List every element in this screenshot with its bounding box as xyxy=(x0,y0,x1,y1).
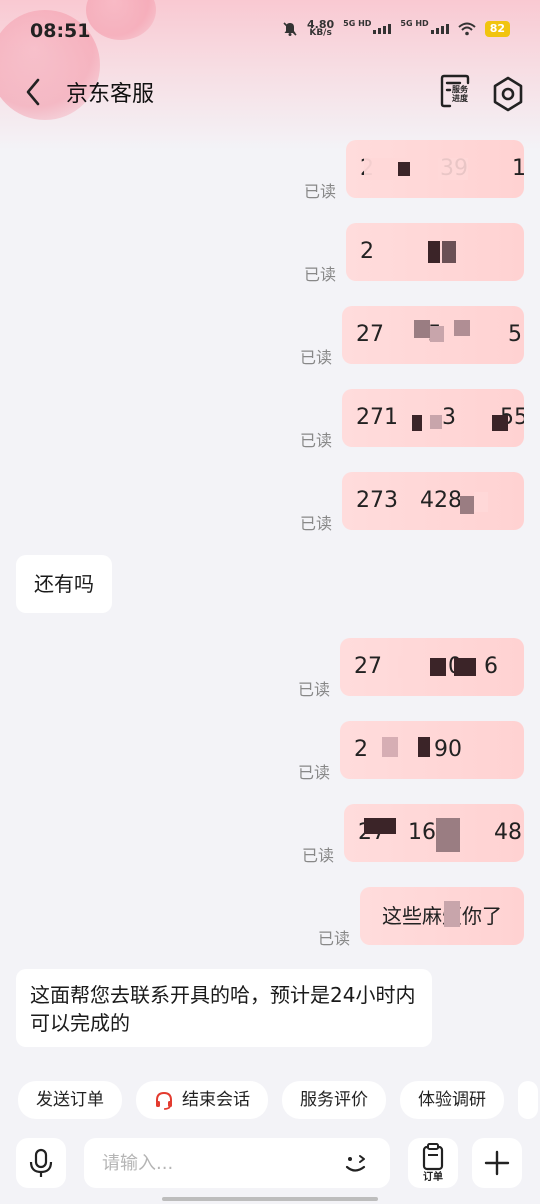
redaction-blur xyxy=(364,818,396,834)
message-bubble-incoming[interactable]: 还有吗 xyxy=(16,555,112,613)
status-bar: 08:51 4.80 KB/s 5G HD 5G HD 82 xyxy=(0,0,540,62)
back-icon[interactable] xyxy=(18,74,52,110)
redaction-blur xyxy=(428,241,440,263)
read-receipt: 已读 xyxy=(304,182,337,201)
redaction-blur xyxy=(430,415,442,429)
signal-icon: 5G HD xyxy=(343,19,392,34)
service-progress-button[interactable]: 服务 进度 xyxy=(438,72,480,112)
redaction-blur xyxy=(382,737,398,757)
home-indicator[interactable] xyxy=(162,1197,378,1201)
read-receipt: 已读 xyxy=(304,265,337,284)
redaction-blur xyxy=(474,492,488,512)
settings-icon[interactable] xyxy=(488,74,528,114)
send-order-button[interactable]: 发送订单 xyxy=(18,1081,122,1119)
microphone-icon xyxy=(29,1148,53,1177)
wifi-icon xyxy=(458,22,476,36)
more-button[interactable] xyxy=(472,1138,522,1188)
redaction-blur xyxy=(418,737,430,757)
redaction-blur xyxy=(460,496,474,514)
redaction-blur xyxy=(412,415,422,431)
title-bar: 京东客服 服务 进度 xyxy=(0,62,540,122)
redaction-blur xyxy=(436,818,460,852)
page-title: 京东客服 xyxy=(66,82,155,107)
plus-icon xyxy=(484,1150,510,1176)
message-bubble-outgoing[interactable]: 2 90 647 xyxy=(340,721,524,779)
redaction-blur xyxy=(430,326,444,342)
end-session-button[interactable]: 结束会话 xyxy=(136,1081,268,1119)
emoji-icon[interactable] xyxy=(340,1146,374,1180)
service-rating-button[interactable]: 服务评价 xyxy=(282,1081,386,1119)
order-button[interactable]: 订单 xyxy=(408,1138,458,1188)
status-icons: 4.80 KB/s 5G HD 5G HD 82 xyxy=(282,18,510,38)
redaction-blur xyxy=(430,658,446,676)
network-speed: 4.80 KB/s xyxy=(307,18,335,38)
redaction-blur xyxy=(398,162,410,176)
redaction-blur xyxy=(444,901,460,927)
battery-icon: 82 xyxy=(484,21,510,37)
message-bubble-outgoing[interactable]: 27 164 4815 xyxy=(344,804,524,862)
read-receipt: 已读 xyxy=(300,514,333,533)
voice-button[interactable] xyxy=(16,1138,66,1188)
read-receipt: 已读 xyxy=(298,680,331,699)
read-receipt: 已读 xyxy=(298,763,331,782)
redaction-blur xyxy=(438,158,468,180)
message-bubble-outgoing[interactable]: 273 428 xyxy=(342,472,524,530)
status-time: 08:51 xyxy=(30,20,91,42)
message-bubble-outgoing[interactable]: 这些麻烦你了 xyxy=(360,887,524,945)
redaction-blur xyxy=(492,415,508,431)
redaction-blur xyxy=(398,656,418,678)
redaction-blur xyxy=(442,241,456,263)
headset-icon xyxy=(156,1091,172,1110)
message-bubble-outgoing[interactable]: 27 5 5 7 4 xyxy=(342,306,524,364)
read-receipt: 已读 xyxy=(302,846,335,865)
message-bubble-outgoing[interactable]: 271 3 55 xyxy=(342,389,524,447)
message-bubble-outgoing[interactable]: 2 48 xyxy=(346,223,524,281)
read-receipt: 已读 xyxy=(300,431,333,450)
quick-actions: 发送订单 结束会话 服务评价 体验调研 xyxy=(18,1081,538,1119)
mute-icon xyxy=(283,22,297,36)
more-actions-chip[interactable] xyxy=(518,1081,538,1119)
input-bar: 订单 xyxy=(0,1134,540,1204)
redaction-blur xyxy=(414,320,430,338)
signal-icon: 5G HD xyxy=(400,19,449,34)
redaction-blur xyxy=(454,320,470,336)
read-receipt: 已读 xyxy=(300,348,333,367)
message-bubble-outgoing[interactable]: 27 0 6 27 xyxy=(340,638,524,696)
read-receipt: 已读 xyxy=(318,929,351,948)
message-bubble-incoming[interactable]: 这面帮您去联系开具的哈，预计是24小时内可以完成的 xyxy=(16,969,432,1047)
message-bubble-outgoing[interactable]: 2 39 1503 xyxy=(346,140,524,198)
redaction-blur xyxy=(454,658,476,676)
experience-survey-button[interactable]: 体验调研 xyxy=(400,1081,504,1119)
